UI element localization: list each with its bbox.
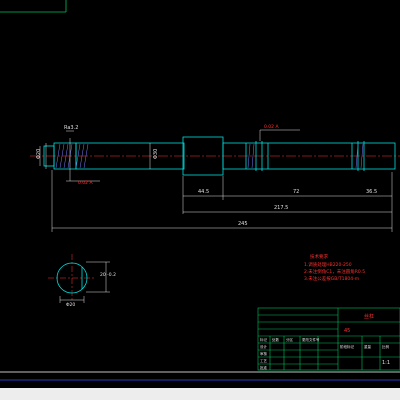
dim-total-inner: 217.5	[274, 205, 288, 211]
dim-body-dia: Φ30	[153, 149, 159, 159]
dim-length-a: 44.5	[198, 189, 209, 195]
dimension-labels: 44.5 72 36.5 217.5 245 Φ20 Φ30 Ra3.2	[36, 125, 377, 227]
dimension-lines	[39, 129, 393, 232]
title-block-grid	[257, 307, 400, 371]
dim-length-c: 36.5	[366, 189, 377, 195]
note-line-2: 2.未注倒角C1，未注圆角R0.5	[304, 268, 365, 275]
tb-right-1: 重量	[364, 344, 372, 349]
top-tolerance: 0.02 A	[264, 124, 279, 130]
technical-notes: 技术要求 1.调质处理HB220-250 2.未注倒角C1，未注圆角R0.5 3…	[304, 253, 365, 282]
dim-length-b: 72	[293, 189, 299, 195]
tb-left-0: 设计	[260, 344, 268, 349]
tb-scale: 1:1	[382, 360, 390, 366]
tb-mid-2: 分区	[286, 337, 294, 342]
notes-title: 技术要求	[310, 253, 328, 260]
tb-left-3: 批准	[260, 365, 268, 370]
title-block-labels: 标记 处数 分区 更改文件号 设计 审核 工艺 批准 阶段标记 重量 比例	[260, 337, 390, 370]
tb-mid-1: 处数	[272, 337, 280, 342]
tb-right-2: 比例	[382, 344, 390, 349]
note-line-1: 1.调质处理HB220-250	[304, 261, 352, 268]
tb-material: 45	[344, 328, 350, 334]
note-line-3: 3.未注公差按GB/T1804-m	[304, 275, 359, 282]
title-block[interactable]: 标记 处数 分区 更改文件号 设计 审核 工艺 批准 阶段标记 重量 比例 丝杠…	[257, 307, 400, 371]
tb-left-2: 工艺	[260, 358, 268, 363]
status-strip	[0, 388, 400, 400]
top-left-frame	[0, 0, 67, 13]
tb-part-name: 丝杠	[364, 313, 374, 320]
section-label-right: 20 -0.2	[100, 272, 116, 278]
title-block-values: 丝杠 45 1:1	[344, 313, 390, 366]
shaft-view[interactable]	[30, 136, 400, 176]
dim-total-overall: 245	[238, 221, 248, 227]
tb-mid-3: 更改文件号	[302, 337, 320, 342]
keyway-note: 0.02 A	[78, 180, 93, 186]
section-dims	[59, 261, 110, 303]
left-callout: Ra3.2	[64, 125, 78, 131]
tb-mid-0: 标记	[260, 337, 268, 342]
tb-right-0: 阶段标记	[340, 344, 354, 349]
dim-left-end: Φ20	[36, 149, 42, 159]
section-view[interactable]: 20 -0.2 Φ20	[48, 254, 116, 308]
tb-left-1: 审核	[260, 351, 268, 356]
drawing-canvas[interactable]: 44.5 72 36.5 217.5 245 Φ20 Φ30 Ra3.2 0.0…	[0, 0, 400, 400]
section-label-bottom: Φ20	[66, 302, 75, 308]
